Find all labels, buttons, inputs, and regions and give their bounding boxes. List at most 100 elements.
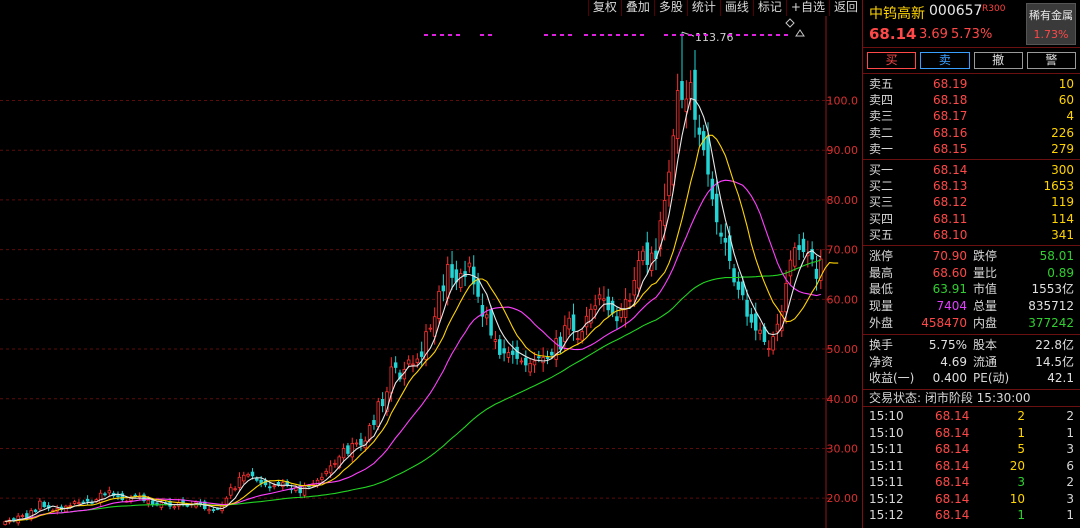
book-price: 68.17 [933, 109, 968, 124]
stat-key: 最高 [869, 265, 894, 280]
candle [563, 325, 567, 342]
book-label: 买四 [869, 211, 894, 226]
y-tick-label: 20.00 [827, 492, 859, 505]
event-marker [616, 34, 620, 36]
stat-row: 收益(一) 0.400 PE(动) 42.1 [863, 370, 1080, 387]
toolbar-button-5[interactable]: 标记 [753, 0, 787, 16]
last-price: 68.14 [869, 25, 917, 43]
chart-toolbar: 复权 叠加 多股 统计 画线 标记 +自选 返回 [587, 0, 862, 16]
toolbar-button-0[interactable]: 复权 [588, 0, 622, 16]
tick-price: 68.14 [935, 425, 970, 440]
book-row[interactable]: 买四 68.11 114 [863, 211, 1080, 227]
stat-key: 涨停 [869, 248, 894, 263]
candle [33, 509, 38, 512]
sector-badge[interactable]: 稀有金属 1.73% [1026, 3, 1076, 45]
toolbar-button-4[interactable]: 画线 [720, 0, 754, 16]
candle [740, 281, 745, 296]
candle [393, 362, 398, 368]
stat-value: 1553亿 [1031, 282, 1074, 297]
candle [576, 338, 580, 341]
candle [528, 363, 532, 373]
candle [346, 445, 350, 454]
candle [532, 360, 537, 366]
event-marker [664, 34, 668, 36]
buy-button[interactable]: 买 [867, 52, 917, 69]
toolbar-button-1[interactable]: 叠加 [621, 0, 655, 16]
candle [706, 135, 710, 175]
kline-chart[interactable]: 20.00 30.00 40.00 50.00 60.00 70.00 80.00 90.00… [0, 0, 862, 528]
book-row[interactable]: 买三 68.12 119 [863, 194, 1080, 210]
tick-count: 6 [1066, 458, 1074, 473]
stat-row: 最低 63.91 市值 1553亿 [863, 281, 1080, 298]
candle [511, 350, 515, 355]
stat-value: 14.5亿 [1035, 354, 1074, 369]
candle [150, 500, 155, 506]
event-marker [440, 34, 444, 36]
candle [784, 283, 788, 313]
event-marker [632, 34, 636, 36]
diamond-icon[interactable] [785, 18, 795, 28]
candle [341, 448, 346, 459]
candle [554, 338, 558, 360]
event-marker [744, 34, 748, 36]
book-row[interactable]: 买一 68.14 300 [863, 162, 1080, 178]
candle [719, 232, 723, 237]
tick-row: 15:11 68.14 3 2 [863, 474, 1080, 491]
book-price: 68.16 [933, 125, 968, 140]
toolbar-button-2[interactable]: 多股 [654, 0, 688, 16]
event-marker [728, 34, 732, 36]
event-marker [424, 34, 428, 36]
event-marker [584, 34, 588, 36]
book-row[interactable]: 买五 68.10 341 [863, 227, 1080, 243]
stat-value: 4.69 [940, 354, 967, 369]
sector-name: 稀有金属 [1029, 9, 1073, 22]
toolbar-button-7[interactable]: 返回 [829, 0, 862, 16]
candle [697, 127, 702, 135]
tick-list[interactable]: 15:10 68.14 2 2 15:10 68.14 1 1 15:11 68.14 5 3 15:1… [863, 407, 1080, 524]
book-row[interactable]: 买二 68.13 1653 [863, 178, 1080, 194]
candle [211, 509, 216, 512]
book-row[interactable]: 卖五 68.19 10 [863, 76, 1080, 92]
event-marker [488, 34, 492, 36]
tick-volume: 1 [1017, 425, 1025, 440]
tick-volume: 10 [1009, 491, 1025, 506]
candle [662, 200, 667, 226]
book-label: 卖四 [869, 93, 894, 108]
event-marker [752, 34, 756, 36]
tick-price: 68.14 [935, 409, 970, 424]
candle [498, 339, 502, 355]
ask-book: 卖五 68.19 10 卖四 68.18 60 卖三 68.17 4 卖二 68.16 226 卖一 68… [863, 74, 1080, 160]
book-price: 68.15 [933, 141, 968, 156]
candle [38, 500, 42, 510]
tick-volume: 2 [1017, 409, 1025, 424]
event-marker [600, 34, 604, 36]
candle [359, 438, 363, 446]
triangle-up-icon[interactable] [795, 29, 805, 37]
candle [502, 348, 506, 354]
kline-svg[interactable]: 20.00 30.00 40.00 50.00 60.00 70.00 80.00 90.00… [0, 0, 862, 528]
toolbar-button-3[interactable]: 统计 [687, 0, 721, 16]
stat-value: 22.8亿 [1035, 337, 1074, 352]
candle [116, 495, 120, 498]
alert-button[interactable]: 警 [1026, 52, 1076, 69]
toolbar-button-6[interactable]: +自选 [786, 0, 830, 16]
cancel-order-button[interactable]: 撤 [973, 52, 1023, 69]
book-row[interactable]: 卖一 68.15 279 [863, 141, 1080, 157]
stat-value: 42.1 [1047, 371, 1074, 386]
book-row[interactable]: 卖四 68.18 60 [863, 92, 1080, 108]
candle [207, 509, 211, 512]
bid-book: 买一 68.14 300 买二 68.13 1653 买三 68.12 119 买四 68.11 11… [863, 160, 1080, 246]
candle [602, 298, 606, 301]
book-row[interactable]: 卖二 68.16 226 [863, 125, 1080, 141]
book-row[interactable]: 卖三 68.17 4 [863, 108, 1080, 124]
candle [788, 259, 793, 277]
candle [458, 273, 463, 289]
candle [354, 442, 359, 445]
candle [723, 237, 728, 243]
book-price: 68.13 [933, 179, 968, 194]
event-marker [784, 34, 788, 36]
candle [767, 348, 771, 350]
tick-time: 15:12 [869, 491, 904, 506]
sell-button[interactable]: 卖 [920, 52, 970, 69]
candle [636, 260, 641, 289]
